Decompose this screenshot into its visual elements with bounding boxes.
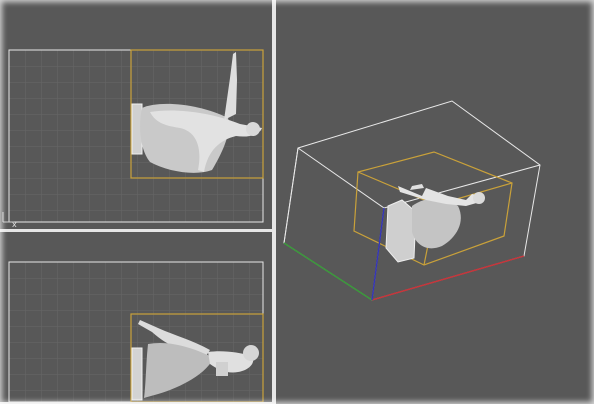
viewport-layout: x [0,0,594,404]
viewport-bottom-left-canvas[interactable] [0,232,272,402]
scene-bounding-box [283,100,541,301]
viewport-top-left[interactable]: x [0,0,272,229]
axis-z-line [371,207,385,301]
axis-x-label: x [12,220,17,229]
viewport-top-left-canvas[interactable]: x [0,0,272,229]
viewport-perspective[interactable] [276,0,594,404]
viewport-perspective-canvas[interactable] [276,0,594,404]
viewport-splitter-horizontal[interactable] [0,229,272,232]
viewport-splitter-vertical[interactable] [272,0,276,404]
axis-y-line [283,242,373,301]
viewport-bottom-left[interactable] [0,232,272,402]
axis-x-line [371,255,525,301]
